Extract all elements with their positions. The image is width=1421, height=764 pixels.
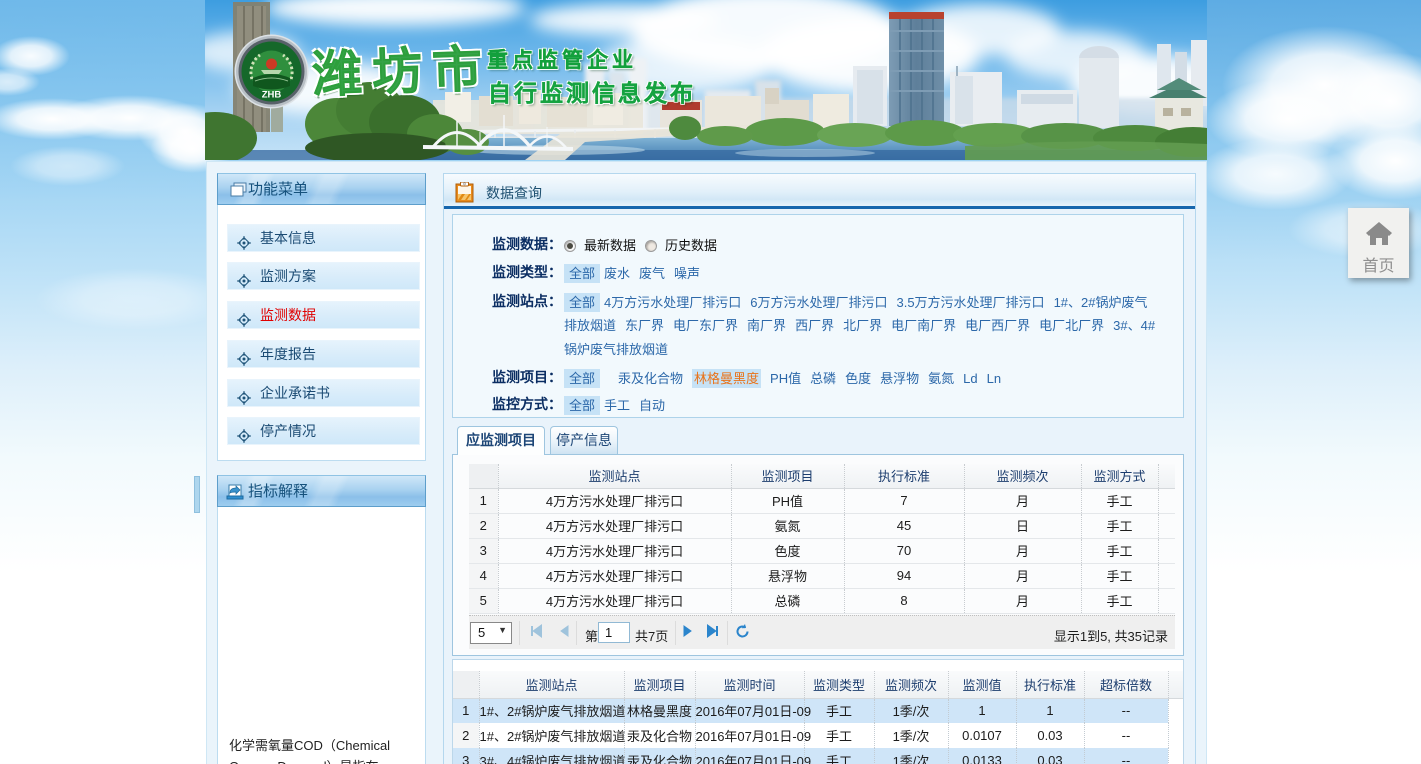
svg-text:ZHB: ZHB [262,90,282,101]
